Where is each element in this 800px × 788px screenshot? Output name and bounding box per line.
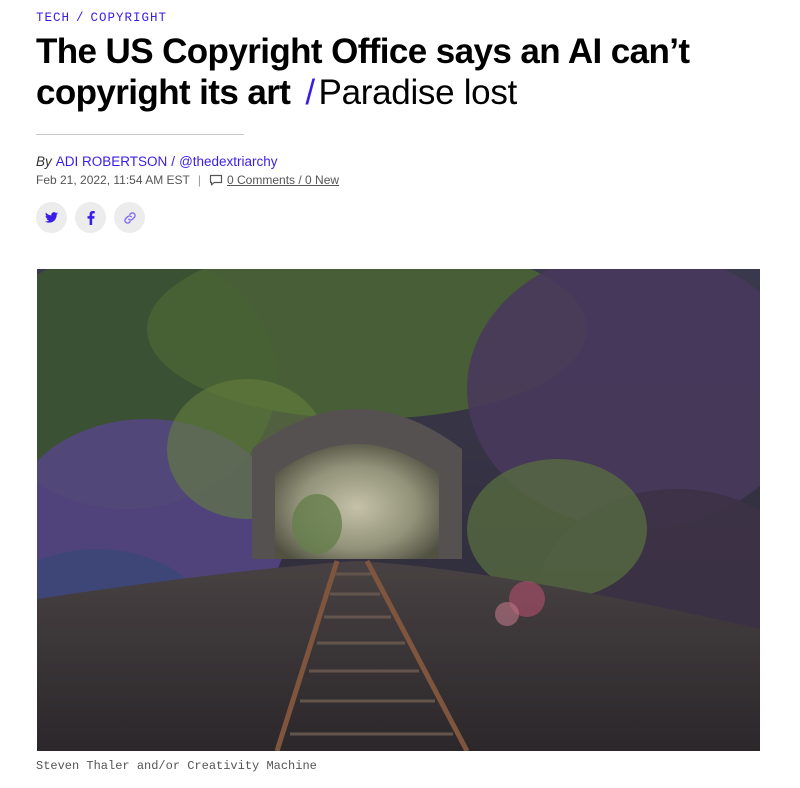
- share-link-button[interactable]: [114, 202, 145, 233]
- article-meta: Feb 21, 2022, 11:54 AM EST | 0 Comments …: [36, 173, 339, 187]
- share-bar: [36, 202, 145, 233]
- author-link[interactable]: ADI ROBERTSON: [56, 154, 168, 169]
- link-icon: [123, 211, 137, 225]
- title-separator: /: [305, 73, 315, 112]
- headline-divider: [36, 134, 244, 135]
- hero-image: [37, 269, 760, 751]
- share-facebook-button[interactable]: [75, 202, 106, 233]
- meta-separator: |: [197, 173, 201, 187]
- article-subtitle: Paradise lost: [318, 73, 518, 112]
- byline-separator: /: [171, 154, 176, 169]
- image-caption: Steven Thaler and/or Creativity Machine: [36, 759, 317, 773]
- article-headline: The US Copyright Office says an AI can’t…: [36, 31, 776, 113]
- breadcrumb-topic-link[interactable]: COPYRIGHT: [91, 11, 168, 25]
- comments-link[interactable]: 0 Comments / 0 New: [227, 173, 339, 187]
- publish-date: Feb 21, 2022, 11:54 AM EST: [36, 173, 190, 187]
- breadcrumb-separator: /: [76, 11, 85, 25]
- breadcrumb: TECH / COPYRIGHT: [36, 11, 167, 25]
- facebook-icon: [87, 210, 95, 225]
- byline: By ADI ROBERTSON / @thedextriarchy: [36, 154, 278, 169]
- ai-artwork-railway-tunnel: [37, 269, 760, 751]
- share-twitter-button[interactable]: [36, 202, 67, 233]
- author-handle-link[interactable]: @thedextriarchy: [179, 154, 278, 169]
- twitter-icon: [45, 212, 58, 223]
- comment-icon: [209, 174, 223, 187]
- breadcrumb-section-link[interactable]: TECH: [36, 11, 70, 25]
- byline-prefix: By: [36, 154, 52, 169]
